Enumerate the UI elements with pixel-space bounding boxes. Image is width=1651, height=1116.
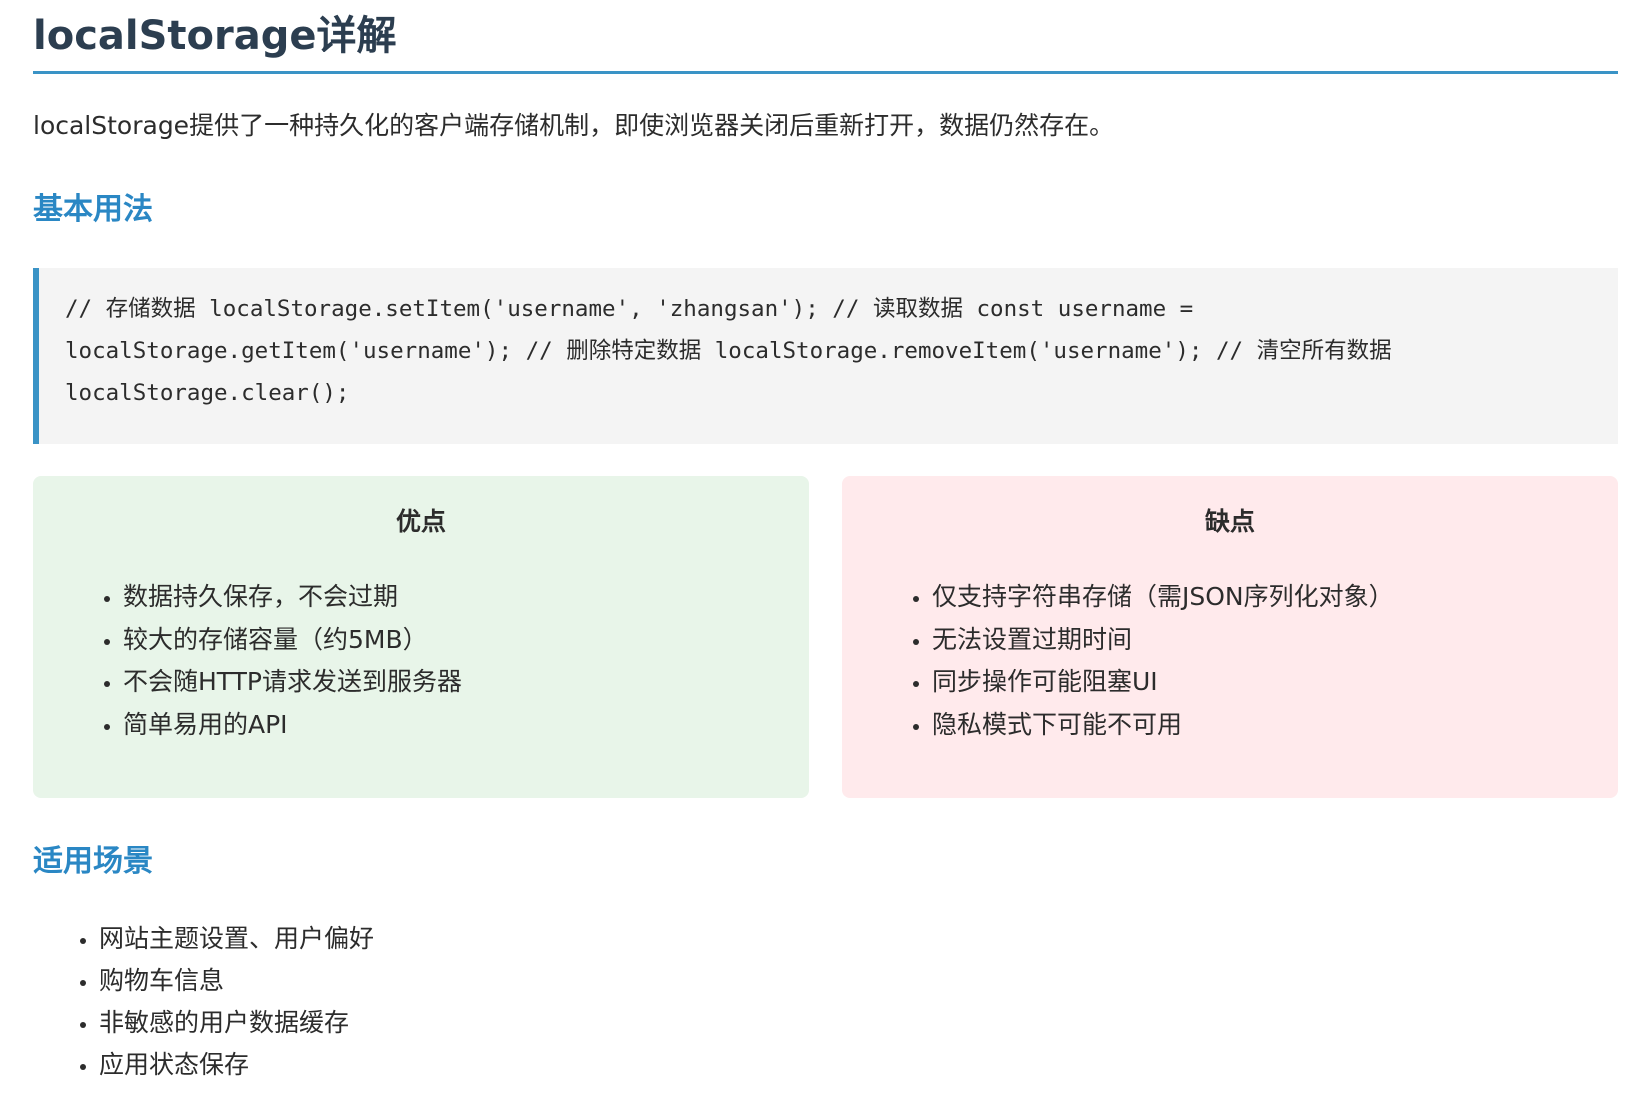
code-block: // 存储数据 localStorage.setItem('username',… [33, 268, 1618, 444]
pros-cons-cards: 优点 数据持久保存，不会过期 较大的存储容量（约5MB） 不会随HTTP请求发送… [33, 476, 1618, 798]
list-item: 同步操作可能阻塞UI [932, 661, 1618, 704]
list-item: 简单易用的API [123, 704, 809, 747]
page-title: localStorage详解 [33, 0, 1618, 74]
list-item: 购物车信息 [99, 960, 1618, 1002]
list-item: 较大的存储容量（约5MB） [123, 619, 809, 662]
pros-list: 数据持久保存，不会过期 较大的存储容量（约5MB） 不会随HTTP请求发送到服务… [33, 576, 809, 746]
list-item: 应用状态保存 [99, 1044, 1618, 1086]
article: localStorage详解 localStorage提供了一种持久化的客户端存… [0, 0, 1651, 1116]
cons-title: 缺点 [1204, 507, 1255, 536]
list-item: 无法设置过期时间 [932, 619, 1618, 662]
intro-paragraph: localStorage提供了一种持久化的客户端存储机制，即使浏览器关闭后重新打… [33, 111, 1115, 140]
list-item: 非敏感的用户数据缓存 [99, 1002, 1618, 1044]
pros-title: 优点 [395, 507, 446, 536]
cons-list: 仅支持字符串存储（需JSON序列化对象） 无法设置过期时间 同步操作可能阻塞UI… [842, 576, 1618, 746]
code-snippet: // 存储数据 localStorage.setItem('username',… [65, 296, 1406, 406]
list-item: 隐私模式下可能不可用 [932, 704, 1618, 747]
list-item: 网站主题设置、用户偏好 [99, 918, 1618, 960]
list-item: 不会随HTTP请求发送到服务器 [123, 661, 809, 704]
cons-card: 缺点 仅支持字符串存储（需JSON序列化对象） 无法设置过期时间 同步操作可能阻… [842, 476, 1618, 798]
list-item: 数据持久保存，不会过期 [123, 576, 809, 619]
basic-usage-heading: 基本用法 [33, 192, 153, 227]
use-cases-list: 网站主题设置、用户偏好 购物车信息 非敏感的用户数据缓存 应用状态保存 [33, 918, 1618, 1086]
list-item: 仅支持字符串存储（需JSON序列化对象） [932, 576, 1618, 619]
pros-card: 优点 数据持久保存，不会过期 较大的存储容量（约5MB） 不会随HTTP请求发送… [33, 476, 809, 798]
use-cases-heading: 适用场景 [33, 844, 153, 879]
